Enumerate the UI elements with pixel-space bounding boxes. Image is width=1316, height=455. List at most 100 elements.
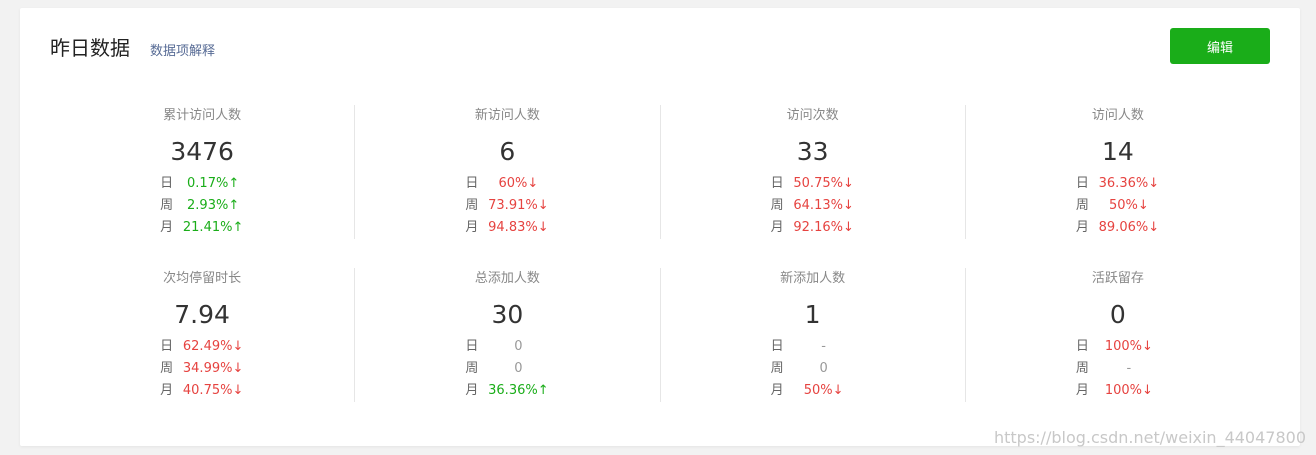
comparison-row: 月 92.16%↓ xyxy=(661,217,965,239)
comparison-period: 周 xyxy=(160,198,174,213)
comparison-value: 0 xyxy=(819,361,828,376)
metric-value: 7.94 xyxy=(174,300,230,329)
comparison-period: 周 xyxy=(1075,361,1089,376)
comparison-row: 周0 xyxy=(355,358,659,380)
comparison-period: 月 xyxy=(465,383,479,398)
comparison-row: 日0 xyxy=(355,336,659,358)
comparison-value: 36.36%↓ xyxy=(1098,176,1160,191)
comparison-period: 月 xyxy=(160,383,174,398)
metric-value: 6 xyxy=(499,137,516,166)
comparison-row: 月 94.83%↓ xyxy=(355,217,659,239)
data-explain-link[interactable]: 数据项解释 xyxy=(150,40,215,59)
comparison-value: 92.16%↓ xyxy=(793,220,854,235)
metric-cell: 活跃留存 0 日 100%↓ 周 - 月 100%↓ xyxy=(964,268,1270,402)
comparison-row: 日- xyxy=(661,336,965,358)
comparison-value: 50.75%↓ xyxy=(793,176,854,191)
comparison-value: 60%↓ xyxy=(498,176,539,191)
comparison-value: 36.36%↑ xyxy=(488,383,549,398)
metric-cell: 访问人数 14 日 36.36%↓ 周 50%↓ 月 89.06%↓ xyxy=(964,105,1270,239)
yesterday-data-card: 昨日数据 数据项解释 编辑 累计访问人数 3476 日 0.17%↑ 周 2.93%↑ 月 2… xyxy=(20,8,1300,446)
comparison-row: 日 100%↓ xyxy=(966,336,1270,358)
comparison-period: 日 xyxy=(1075,176,1089,191)
comparison-period: 月 xyxy=(770,383,784,398)
edit-button[interactable]: 编辑 xyxy=(1170,28,1270,64)
comparison-period: 月 xyxy=(465,220,479,235)
metric-label: 总添加人数 xyxy=(474,271,540,286)
comparison-value: 100%↓ xyxy=(1104,339,1153,354)
comparison-value: 0 xyxy=(514,361,523,376)
comparison-period: 周 xyxy=(770,361,784,376)
comparison-value: 62.49%↓ xyxy=(182,339,244,354)
metric-cell: 次均停留时长 7.94 日 62.49%↓ 周 34.99%↓ 月 40.75%↓ xyxy=(50,268,354,402)
comparison-value: 64.13%↓ xyxy=(793,198,854,213)
comparison-period: 日 xyxy=(160,339,174,354)
page-title: 昨日数据 xyxy=(50,36,130,60)
comparison-period: 周 xyxy=(465,198,479,213)
metric-cell: 新访问人数 6 日 60%↓ 周 73.91%↓ 月 94.83%↓ xyxy=(354,105,659,239)
comparison-value: - xyxy=(821,339,826,354)
comparison-period: 日 xyxy=(770,176,784,191)
comparison-value: 50%↓ xyxy=(803,383,844,398)
comparison-value: 100%↓ xyxy=(1104,383,1153,398)
comparison-row: 月 40.75%↓ xyxy=(50,380,354,402)
metric-value: 1 xyxy=(804,300,821,329)
metric-value: 3476 xyxy=(170,137,234,166)
metric-label: 次均停留时长 xyxy=(163,271,242,286)
metric-label: 累计访问人数 xyxy=(163,108,242,123)
comparison-value: 0 xyxy=(514,339,523,354)
metric-value: 33 xyxy=(796,137,829,166)
comparison-row: 日 60%↓ xyxy=(355,173,659,195)
comparison-period: 周 xyxy=(770,198,784,213)
metric-cell: 访问次数 33 日 50.75%↓ 周 64.13%↓ 月 92.16%↓ xyxy=(659,105,965,239)
comparison-period: 日 xyxy=(465,339,479,354)
comparison-period: 日 xyxy=(465,176,479,191)
comparison-period: 日 xyxy=(160,176,174,191)
comparison-row: 月 100%↓ xyxy=(966,380,1270,402)
comparison-value: 21.41%↑ xyxy=(182,220,244,235)
comparison-row: 周 34.99%↓ xyxy=(50,358,354,380)
comparison-row: 月 89.06%↓ xyxy=(966,217,1270,239)
comparison-row: 月 21.41%↑ xyxy=(50,217,354,239)
comparison-value: 2.93%↑ xyxy=(187,198,240,213)
comparison-row: 日 62.49%↓ xyxy=(50,336,354,358)
comparison-row: 周 64.13%↓ xyxy=(661,195,965,217)
comparison-row: 周- xyxy=(966,358,1270,380)
metric-label: 新访问人数 xyxy=(474,108,540,123)
comparison-value: - xyxy=(1126,361,1132,376)
metrics-row: 累计访问人数 3476 日 0.17%↑ 周 2.93%↑ 月 21.41%↑ 新访问人数 6 日 6… xyxy=(50,105,1270,239)
metric-label: 新添加人数 xyxy=(780,271,846,286)
comparison-period: 周 xyxy=(465,361,479,376)
comparison-row: 周 50%↓ xyxy=(966,195,1270,217)
metrics-row: 次均停留时长 7.94 日 62.49%↓ 周 34.99%↓ 月 40.75%↓ 总添加人数 3… xyxy=(50,268,1270,402)
comparison-period: 月 xyxy=(1075,383,1089,398)
metric-cell: 新添加人数 1 日 - 周 0 月 50%↓ xyxy=(659,268,965,402)
comparison-row: 周0 xyxy=(661,358,965,380)
metric-cell: 累计访问人数 3476 日 0.17%↑ 周 2.93%↑ 月 21.41%↑ xyxy=(50,105,354,239)
comparison-value: 40.75%↓ xyxy=(182,383,244,398)
metrics-grid: 累计访问人数 3476 日 0.17%↑ 周 2.93%↑ 月 21.41%↑ 新访问人数 6 日 6… xyxy=(50,105,1270,431)
comparison-value: 50%↓ xyxy=(1108,198,1149,213)
comparison-row: 日 0.17%↑ xyxy=(50,173,354,195)
metric-cell: 总添加人数 30 日 0 周 0 月 36.36%↑ xyxy=(354,268,659,402)
comparison-row: 日 36.36%↓ xyxy=(966,173,1270,195)
comparison-value: 94.83%↓ xyxy=(488,220,549,235)
comparison-value: 34.99%↓ xyxy=(182,361,244,376)
comparison-value: 89.06%↓ xyxy=(1098,220,1160,235)
comparison-value: 0.17%↑ xyxy=(187,176,240,191)
comparison-row: 日 50.75%↓ xyxy=(661,173,965,195)
comparison-row: 月 36.36%↑ xyxy=(355,380,659,402)
comparison-period: 月 xyxy=(770,220,784,235)
metric-value: 14 xyxy=(1101,137,1134,166)
comparison-period: 周 xyxy=(1075,198,1089,213)
comparison-row: 月 50%↓ xyxy=(661,380,965,402)
comparison-period: 日 xyxy=(770,339,784,354)
metric-label: 活跃留存 xyxy=(1091,271,1144,286)
metric-value: 0 xyxy=(1109,300,1126,329)
comparison-row: 周 73.91%↓ xyxy=(355,195,659,217)
comparison-row: 周 2.93%↑ xyxy=(50,195,354,217)
comparison-period: 月 xyxy=(160,220,174,235)
card-header: 昨日数据 数据项解释 xyxy=(50,32,215,61)
comparison-value: 73.91%↓ xyxy=(488,198,549,213)
comparison-period: 月 xyxy=(1075,220,1089,235)
metric-value: 30 xyxy=(491,300,524,329)
